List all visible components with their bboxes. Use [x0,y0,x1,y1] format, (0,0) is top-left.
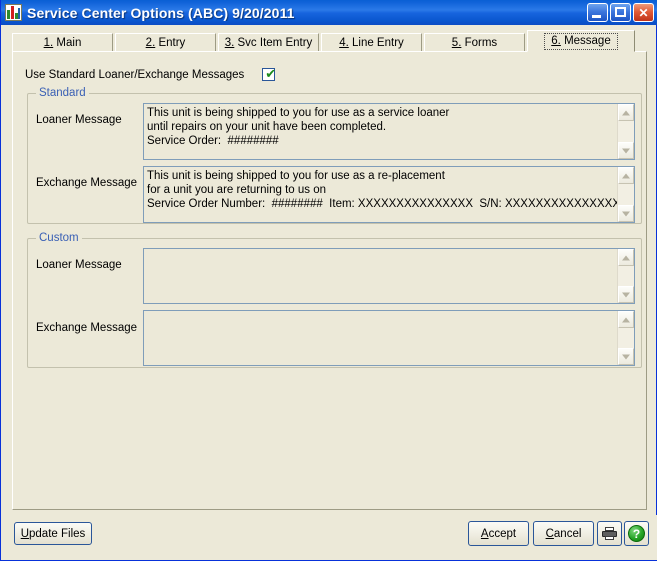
update-files-label: pdate Files [29,527,86,540]
tab-line-entry-accel: 4. [339,36,349,49]
tab-svc-item-entry-label: Svc Item Entry [237,36,313,49]
close-icon: ✕ [638,5,649,20]
standard-loaner-scrollbar[interactable] [617,104,634,159]
scroll-up-button[interactable] [618,167,634,184]
chevron-down-icon [622,354,630,359]
cancel-accel: C [545,527,554,540]
standard-group-title: Standard [36,87,89,99]
chevron-down-icon [622,211,630,216]
use-standard-messages-label: Use Standard Loaner/Exchange Messages [25,68,245,81]
chevron-up-icon [622,173,630,178]
tab-line-entry[interactable]: 4. Line Entry [321,33,422,53]
tab-line-entry-label: Line Entry [352,36,404,49]
tab-forms[interactable]: 5. Forms [424,33,525,53]
scroll-up-button[interactable] [618,104,634,121]
cancel-label: ancel [553,527,582,540]
tab-entry-label: Entry [158,36,186,49]
close-button[interactable]: ✕ [633,3,654,22]
tab-main-label: Main [56,36,82,49]
chevron-down-icon [622,148,630,153]
tab-message-label: Message [564,34,611,47]
check-icon: ✔ [265,67,277,82]
custom-exchange-message-textarea[interactable] [143,310,635,366]
title-bar: Service Center Options (ABC) 9/20/2011 ✕ [1,0,657,25]
custom-exchange-message-label: Exchange Message [36,322,138,334]
standard-loaner-message-label: Loaner Message [36,114,122,126]
tab-entry[interactable]: 2. Entry [115,33,216,53]
tab-entry-accel: 2. [145,36,156,49]
chevron-up-icon [622,110,630,115]
tab-main-accel: 1. [43,36,54,49]
accept-accel: A [480,527,489,540]
custom-exchange-scrollbar[interactable] [617,311,634,365]
use-standard-messages-checkbox[interactable]: ✔ [262,67,277,82]
custom-loaner-scrollbar[interactable] [617,249,634,303]
chart-bars-icon [5,4,22,21]
update-files-accel: U [20,527,30,540]
standard-loaner-message-textarea[interactable]: This unit is being shipped to you for us… [143,103,635,160]
standard-exchange-scrollbar[interactable] [617,167,634,222]
chevron-down-icon [622,292,630,297]
chevron-up-icon [622,255,630,260]
maximize-button[interactable] [610,3,631,22]
tab-forms-label: Forms [464,36,498,49]
accept-button[interactable]: Accept [468,521,529,546]
accept-label: ccept [488,527,517,540]
scroll-up-button[interactable] [618,311,634,328]
cancel-button[interactable]: Cancel [533,521,594,546]
custom-group-title: Custom [36,232,82,244]
custom-loaner-message-text [144,249,617,303]
scroll-down-button[interactable] [618,348,634,365]
tab-message[interactable]: 6. Message [527,30,635,52]
scroll-up-button[interactable] [618,249,634,266]
help-icon: ? [628,525,645,542]
custom-exchange-message-text [144,311,617,365]
service-center-options-window: Service Center Options (ABC) 9/20/2011 ✕… [0,0,657,561]
print-button[interactable] [597,521,622,546]
custom-loaner-message-textarea[interactable] [143,248,635,304]
window-title: Service Center Options (ABC) 9/20/2011 [27,4,295,21]
use-standard-messages-row: Use Standard Loaner/Exchange Messages ✔ [25,67,277,82]
tab-message-accel: 6. [551,34,561,47]
tab-forms-accel: 5. [451,36,462,49]
message-tab-panel: Use Standard Loaner/Exchange Messages ✔ … [12,51,647,510]
minimize-button[interactable] [587,3,608,22]
scroll-down-button[interactable] [618,205,634,222]
tab-main[interactable]: 1. Main [12,33,113,53]
window-controls: ✕ [587,3,656,22]
standard-group: Standard Loaner Message This unit is bei… [27,87,642,224]
standard-exchange-message-label: Exchange Message [36,177,138,189]
scroll-down-button[interactable] [618,142,634,159]
chevron-up-icon [622,317,630,322]
tab-svc-item-entry[interactable]: 3. Svc Item Entry [218,33,319,53]
tab-svc-item-entry-accel: 3. [224,36,235,49]
printer-icon [602,527,617,540]
standard-exchange-message-text: This unit is being shipped to you for us… [147,170,617,210]
help-button[interactable]: ? [624,521,649,546]
scroll-down-button[interactable] [618,286,634,303]
standard-loaner-message-text: This unit is being shipped to you for us… [147,107,450,147]
bottom-button-bar: Update Files Accept Cancel ? [2,515,657,560]
tab-strip: 1. Main 2. Entry 3. Svc Item Entry 4. Li… [12,30,647,53]
update-files-button[interactable]: Update Files [14,522,92,545]
custom-loaner-message-label: Loaner Message [36,259,122,271]
custom-group: Custom Loaner Message Exchange Message [27,232,642,368]
standard-exchange-message-textarea[interactable]: This unit is being shipped to you for us… [143,166,635,223]
